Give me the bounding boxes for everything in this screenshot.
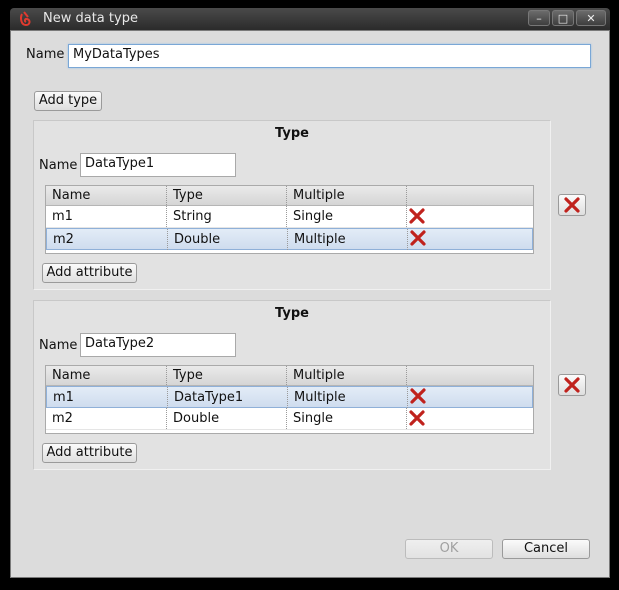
cell-delete bbox=[407, 229, 534, 250]
cell-name[interactable]: m1 bbox=[47, 387, 167, 408]
close-button[interactable]: ✕ bbox=[576, 10, 606, 26]
cell-delete bbox=[406, 206, 533, 227]
name-input[interactable]: MyDataTypes bbox=[68, 44, 591, 68]
table-row[interactable]: m2 Double Multiple bbox=[46, 228, 533, 250]
cell-multiple[interactable]: Multiple bbox=[287, 387, 407, 408]
title-bar[interactable]: New data type – □ ✕ bbox=[10, 8, 610, 30]
ok-button[interactable]: OK bbox=[405, 539, 493, 559]
table-row[interactable]: m1 DataType1 Multiple bbox=[46, 386, 533, 408]
column-header-actions bbox=[406, 366, 533, 385]
cell-name[interactable]: m1 bbox=[46, 206, 166, 227]
dialog-body: Name MyDataTypes Add type Type Name Data… bbox=[10, 30, 610, 578]
cell-delete bbox=[406, 408, 533, 429]
cell-name[interactable]: m2 bbox=[46, 408, 166, 429]
attributes-table: Name Type Multiple m1 DataType1 Multiple… bbox=[45, 365, 534, 434]
maximize-button[interactable]: □ bbox=[552, 10, 574, 26]
cell-delete bbox=[407, 387, 534, 408]
type-name-input[interactable]: DataType2 bbox=[80, 333, 236, 357]
cell-multiple[interactable]: Single bbox=[286, 408, 406, 429]
table-header: Name Type Multiple bbox=[46, 366, 533, 386]
add-type-button[interactable]: Add type bbox=[34, 91, 102, 111]
delete-type-icon bbox=[564, 197, 580, 213]
type-panel-title: Type bbox=[275, 306, 309, 321]
table-row[interactable]: m2 Double Single bbox=[46, 408, 533, 430]
delete-type-button[interactable] bbox=[558, 374, 586, 396]
name-label: Name bbox=[26, 47, 65, 62]
column-header-type[interactable]: Type bbox=[166, 366, 286, 385]
delete-row-icon[interactable] bbox=[410, 230, 426, 246]
column-header-multiple[interactable]: Multiple bbox=[286, 366, 406, 385]
cell-name[interactable]: m2 bbox=[47, 229, 167, 250]
close-icon: ✕ bbox=[586, 12, 596, 25]
table-row[interactable]: m1 String Single bbox=[46, 206, 533, 228]
delete-row-icon[interactable] bbox=[409, 410, 425, 426]
type-panel-title: Type bbox=[275, 126, 309, 141]
maximize-icon: □ bbox=[557, 12, 569, 25]
type-name-input[interactable]: DataType1 bbox=[80, 153, 236, 177]
type-panel-1: Type Name DataType1 Name Type Multiple m… bbox=[33, 120, 551, 290]
delete-type-icon bbox=[564, 377, 580, 393]
add-attribute-button[interactable]: Add attribute bbox=[42, 443, 137, 463]
type-name-label: Name bbox=[39, 158, 78, 173]
cell-type[interactable]: String bbox=[166, 206, 286, 227]
cell-multiple[interactable]: Single bbox=[286, 206, 406, 227]
add-attribute-button[interactable]: Add attribute bbox=[42, 263, 137, 283]
minimize-button[interactable]: – bbox=[528, 10, 550, 26]
app-logo-icon bbox=[20, 11, 31, 27]
dialog-window: New data type – □ ✕ Name MyDataTypes Add… bbox=[0, 0, 619, 590]
window-title: New data type bbox=[43, 11, 138, 26]
delete-row-icon[interactable] bbox=[410, 388, 426, 404]
type-panel-2: Type Name DataType2 Name Type Multiple m… bbox=[33, 300, 551, 470]
attributes-table: Name Type Multiple m1 String Single m2 D… bbox=[45, 185, 534, 254]
column-header-multiple[interactable]: Multiple bbox=[286, 186, 406, 205]
column-header-type[interactable]: Type bbox=[166, 186, 286, 205]
column-header-name[interactable]: Name bbox=[46, 186, 166, 205]
cancel-button[interactable]: Cancel bbox=[502, 539, 590, 559]
column-header-actions bbox=[406, 186, 533, 205]
minimize-icon: – bbox=[536, 12, 542, 25]
delete-row-icon[interactable] bbox=[409, 208, 425, 224]
delete-type-button[interactable] bbox=[558, 194, 586, 216]
cell-type[interactable]: Double bbox=[167, 229, 287, 250]
cell-type[interactable]: Double bbox=[166, 408, 286, 429]
cell-type[interactable]: DataType1 bbox=[167, 387, 287, 408]
table-header: Name Type Multiple bbox=[46, 186, 533, 206]
cell-multiple[interactable]: Multiple bbox=[287, 229, 407, 250]
column-header-name[interactable]: Name bbox=[46, 366, 166, 385]
type-name-label: Name bbox=[39, 338, 78, 353]
